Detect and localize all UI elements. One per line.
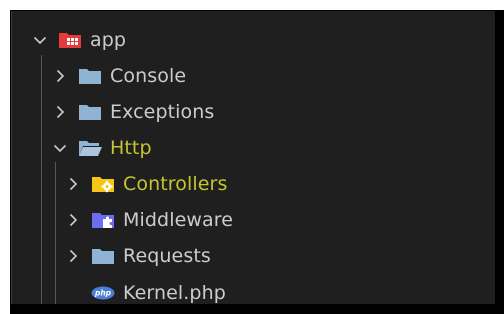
chevron-right-icon[interactable]: [65, 248, 81, 264]
folder-icon: [78, 102, 102, 122]
tree-item-exceptions[interactable]: Exceptions: [52, 94, 214, 130]
indent-guide-http: [55, 162, 56, 304]
folder-middleware-icon: [91, 210, 115, 230]
svg-text:php: php: [94, 289, 112, 298]
tree-item-controllers[interactable]: Controllers: [65, 166, 227, 202]
tree-item-requests[interactable]: Requests: [65, 238, 211, 274]
tree-item-label: Http: [110, 137, 152, 159]
chevron-right-icon[interactable]: [52, 104, 68, 120]
tree-item-label: Controllers: [123, 173, 228, 195]
indent-guide-app: [41, 55, 42, 304]
file-explorer: app Console Exceptions Http Controllers …: [11, 11, 495, 304]
folder-open-icon: [78, 138, 102, 158]
folder-icon: [91, 246, 115, 266]
tree-item-kernel-php[interactable]: php Kernel.php: [91, 275, 226, 311]
tree-item-label: Console: [110, 65, 187, 87]
tree-item-label: Middleware: [123, 209, 234, 231]
folder-app-icon: [58, 30, 82, 50]
chevron-down-icon[interactable]: [32, 32, 48, 48]
tree-item-console[interactable]: Console: [52, 58, 186, 94]
chevron-right-icon[interactable]: [52, 68, 68, 84]
chevron-down-icon[interactable]: [52, 140, 68, 156]
tree-item-label: Exceptions: [110, 101, 215, 123]
tree-item-label: app: [90, 29, 127, 51]
tree-item-http[interactable]: Http: [52, 130, 152, 166]
tree-item-label: Kernel.php: [123, 282, 226, 304]
tree-item-label: Requests: [123, 245, 211, 267]
php-file-icon: php: [91, 283, 115, 303]
chevron-right-icon[interactable]: [65, 176, 81, 192]
tree-item-app[interactable]: app: [32, 22, 126, 58]
tree-item-middleware[interactable]: Middleware: [65, 202, 233, 238]
folder-controllers-icon: [91, 174, 115, 194]
folder-icon: [78, 66, 102, 86]
chevron-right-icon[interactable]: [65, 212, 81, 228]
